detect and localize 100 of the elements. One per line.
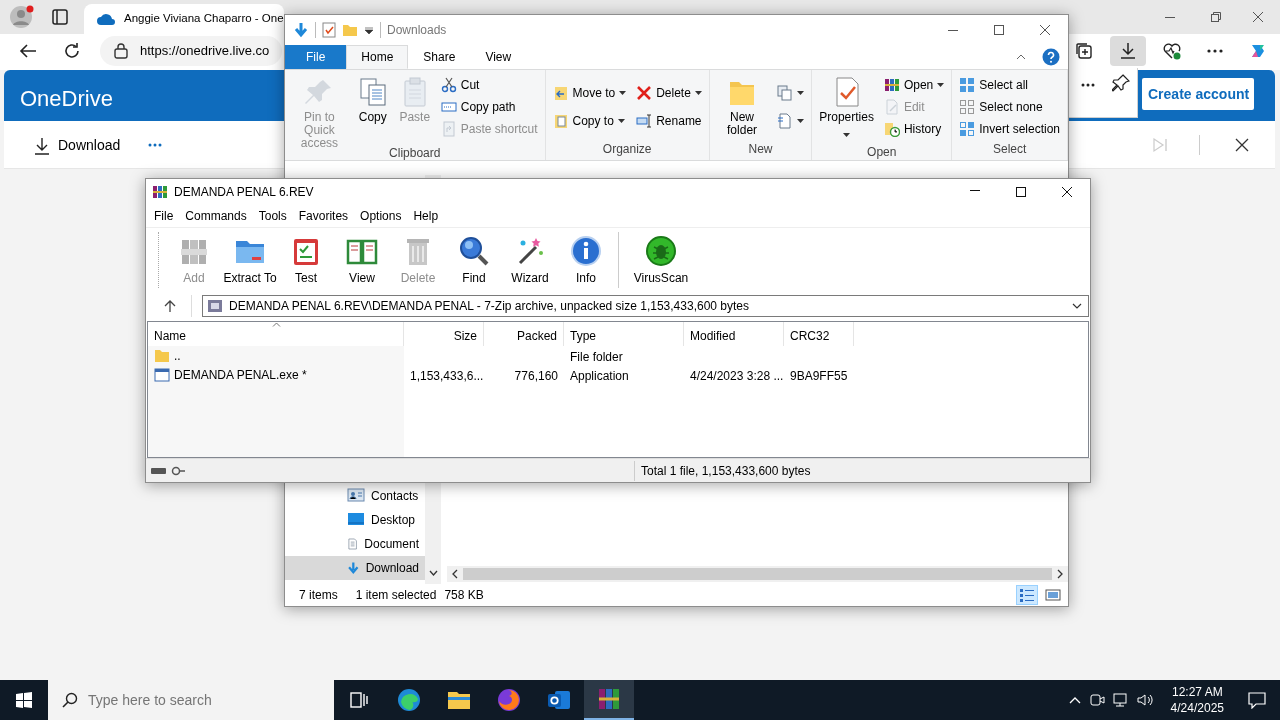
- search-icon: [458, 235, 490, 268]
- ribbon-button[interactable]: Copy: [353, 74, 392, 127]
- tab-actions-icon[interactable]: [52, 9, 68, 25]
- rename-icon: [636, 113, 653, 129]
- file-row[interactable]: .. File folder: [148, 345, 1088, 365]
- details-view-icon: [1019, 587, 1035, 603]
- ribbon-tab[interactable]: View: [470, 45, 527, 69]
- path-dropdown[interactable]: DEMANDA PENAL 6.REV\DEMANDA PENAL - 7-Zip archive, unpacked size 1,153,433,600 bytes: [202, 294, 1089, 317]
- toolbar-button[interactable]: View: [334, 231, 390, 290]
- toolbar-button[interactable]: Extract To: [222, 231, 278, 290]
- toolbar-button[interactable]: Find: [446, 231, 502, 290]
- avatar-icon[interactable]: [9, 4, 35, 30]
- file-row[interactable]: DEMANDA PENAL.exe * 1,153,433,6... 776,160 Application 4/24/2023 3:28 ... 9BA9FF55: [148, 364, 1088, 384]
- menu-item[interactable]: Commands: [179, 206, 253, 225]
- scroll-down-icon[interactable]: [428, 570, 438, 577]
- menu-item[interactable]: Options: [354, 206, 408, 225]
- menu-item[interactable]: Help: [407, 206, 445, 225]
- large-icons-view-icon: [1045, 587, 1061, 603]
- taskbar-app[interactable]: [584, 680, 634, 720]
- ribbon-button[interactable]: Copy to: [549, 110, 630, 132]
- clock[interactable]: 12:27 AM 4/24/2025: [1162, 683, 1232, 717]
- bug-icon: [645, 235, 677, 268]
- ribbon-button[interactable]: Open: [880, 74, 948, 96]
- ribbon-group-label: Open: [866, 144, 898, 162]
- close-icon[interactable]: [1253, 12, 1263, 22]
- ribbon-button[interactable]: Select all: [956, 74, 1063, 96]
- download-button[interactable]: Download: [30, 133, 125, 158]
- address-bar[interactable]: https://onedrive.live.co: [100, 36, 282, 66]
- properties-icon[interactable]: [322, 22, 336, 38]
- menu-item[interactable]: Favorites: [292, 206, 355, 225]
- ribbon-button[interactable]: Delete: [633, 82, 705, 104]
- ribbon-button[interactable]: Copy path: [437, 96, 541, 118]
- create-account-button[interactable]: Create account: [1142, 78, 1254, 110]
- ribbon-group-label: Organize: [601, 141, 653, 158]
- meet-icon[interactable]: [1088, 692, 1105, 708]
- caret-icon[interactable]: [364, 25, 374, 35]
- search-field[interactable]: Type here to search: [48, 680, 334, 720]
- toolbar-button[interactable]: Info: [558, 231, 614, 290]
- status-text: Total 1 file, 1,153,433,600 bytes: [641, 462, 811, 480]
- application-icon: [154, 367, 170, 384]
- column-header[interactable]: Modified: [684, 321, 784, 346]
- table-cell: 776,160: [514, 368, 558, 383]
- nav-item[interactable]: Document: [285, 532, 425, 557]
- maximize-icon[interactable]: [1016, 187, 1026, 197]
- collapse-icon[interactable]: [1016, 54, 1026, 60]
- nav-item[interactable]: Contacts: [285, 484, 425, 509]
- menu-item[interactable]: File: [148, 206, 180, 225]
- restore-icon[interactable]: [1211, 12, 1221, 22]
- toolbar-button[interactable]: Test: [278, 231, 334, 290]
- ribbon-button[interactable]: Rename: [633, 110, 705, 132]
- ribbon-tab[interactable]: Share: [408, 45, 471, 69]
- ribbon-button[interactable]: Invert selection: [956, 118, 1063, 140]
- ribbon-group-label: New: [747, 141, 774, 158]
- column-header[interactable]: Type: [564, 321, 684, 346]
- volume-icon[interactable]: [1136, 692, 1155, 708]
- table-cell: 9BA9FF55: [790, 368, 848, 383]
- ribbon-button[interactable]: Cut: [437, 74, 541, 96]
- toolbar-button[interactable]: Wizard: [502, 231, 558, 290]
- help-icon[interactable]: [1042, 48, 1060, 66]
- collections-icon: [1074, 41, 1094, 61]
- close-icon[interactable]: [1040, 25, 1050, 35]
- notification-icon[interactable]: [1248, 691, 1266, 709]
- network-icon[interactable]: [1112, 692, 1129, 708]
- toolbar-button[interactable]: [1110, 36, 1146, 66]
- column-header[interactable]: Name: [148, 321, 404, 346]
- close-icon[interactable]: [1235, 138, 1249, 152]
- column-header[interactable]: CRC32: [784, 321, 854, 346]
- close-icon[interactable]: [1062, 187, 1072, 197]
- browser-tab[interactable]: Anggie Viviana Chaparro - One: [84, 4, 284, 34]
- lock-icon: [114, 43, 128, 59]
- browser-icon: [397, 688, 421, 712]
- ribbon-button[interactable]: Properties: [816, 74, 877, 144]
- pin-icon[interactable]: [1112, 74, 1130, 92]
- ribbon-button[interactable]: Move to: [549, 82, 630, 104]
- maximize-icon[interactable]: [994, 25, 1004, 35]
- shortcut-icon: [440, 121, 457, 137]
- ribbon-button[interactable]: History: [880, 118, 948, 140]
- more-icon: [1207, 49, 1223, 53]
- refresh-icon[interactable]: [63, 42, 81, 60]
- scrollbar[interactable]: [447, 566, 1068, 583]
- chevron-up-icon[interactable]: [1068, 696, 1081, 704]
- archive-icon: [207, 298, 223, 313]
- toolbar-button[interactable]: VirusScan: [623, 231, 699, 290]
- table-cell: 1,153,433,6...: [410, 368, 484, 383]
- column-header[interactable]: Packed: [484, 321, 564, 346]
- windows-icon: [16, 692, 32, 708]
- nav-item[interactable]: Desktop: [285, 508, 425, 533]
- ribbon-button[interactable]: New folder: [713, 74, 771, 140]
- ribbon-tab[interactable]: Home: [346, 45, 409, 69]
- ribbon-group-label: Select: [991, 141, 1028, 158]
- more-icon[interactable]: [1080, 82, 1096, 88]
- menu-item[interactable]: Tools: [252, 206, 293, 225]
- nav-item[interactable]: Download: [285, 556, 425, 581]
- ribbon-button[interactable]: Select none: [956, 96, 1063, 118]
- back-icon[interactable]: [19, 43, 37, 59]
- ribbon-tab[interactable]: File: [285, 45, 347, 69]
- download-arrow-icon: [293, 22, 309, 38]
- column-header[interactable]: Size: [404, 321, 484, 346]
- table-cell: Application: [570, 368, 629, 383]
- view-button[interactable]: [1016, 585, 1038, 605]
